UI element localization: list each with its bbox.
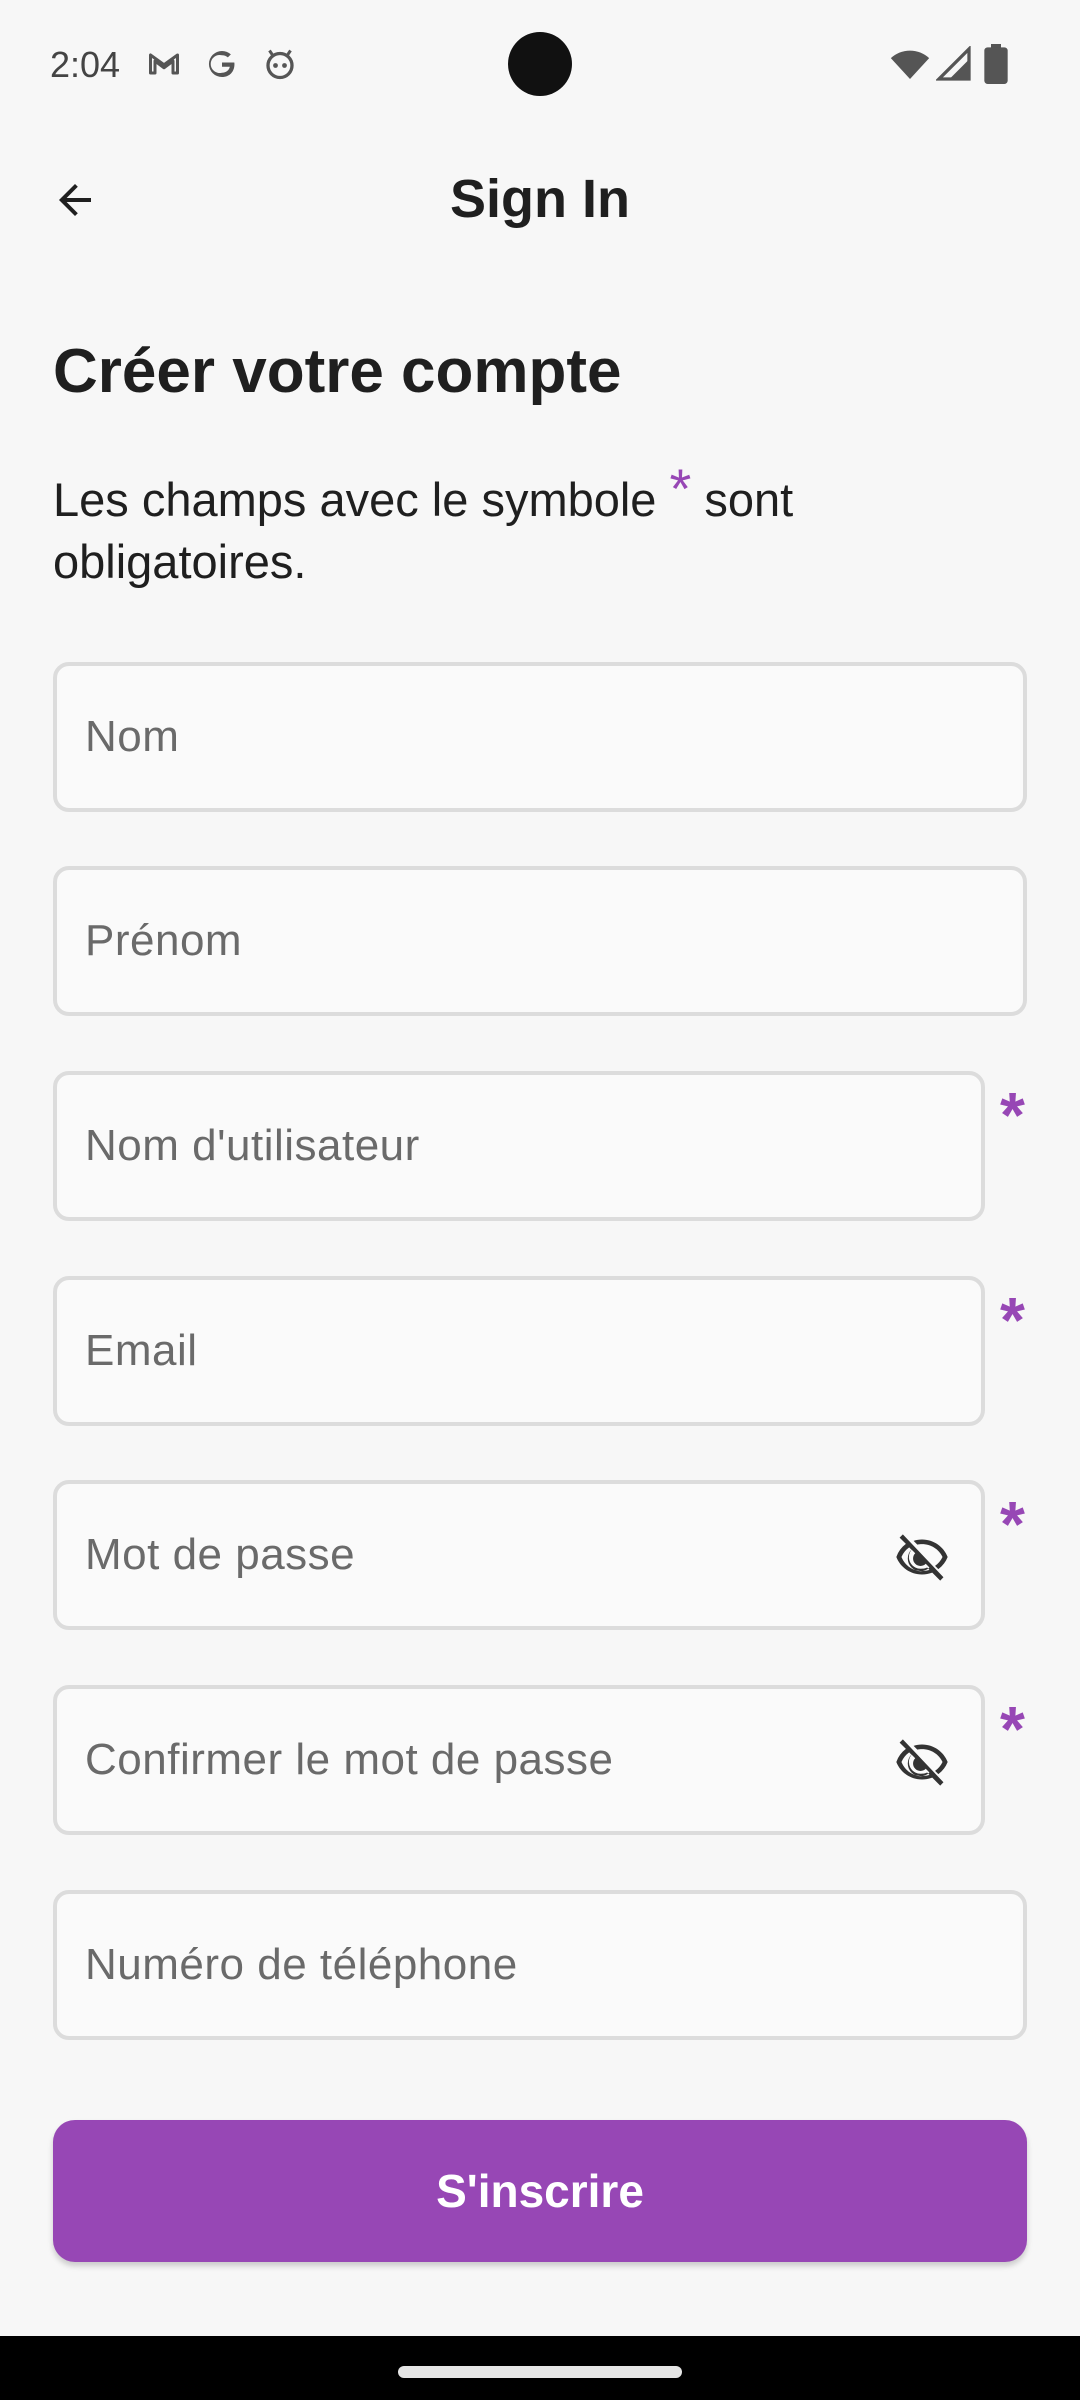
cell-signal-icon	[936, 46, 971, 81]
phone-input[interactable]	[57, 1894, 1023, 2036]
confirm-password-input[interactable]	[57, 1689, 981, 1831]
password-field	[53, 1480, 985, 1630]
last-name-field	[53, 662, 1027, 812]
home-indicator[interactable]	[398, 2366, 682, 2378]
front-camera	[508, 32, 572, 96]
password-input[interactable]	[57, 1484, 981, 1626]
wifi-icon	[890, 50, 930, 79]
app-bar: Sign In	[0, 140, 1080, 260]
status-bar: 2:04	[0, 0, 1080, 130]
first-name-field	[53, 866, 1027, 1016]
form-heading: Créer votre compte	[53, 337, 622, 406]
confirm-password-field	[53, 1685, 985, 1835]
note-required-symbol: *	[669, 457, 692, 520]
username-field	[53, 1071, 985, 1221]
required-fields-note: Les champs avec le symbole * sont obliga…	[53, 458, 1013, 593]
username-required-marker: *	[1000, 1079, 1025, 1151]
visibility-off-icon[interactable]	[891, 1529, 953, 1585]
google-icon	[208, 50, 235, 78]
battery-icon	[984, 44, 1008, 84]
username-input[interactable]	[57, 1075, 981, 1217]
email-field	[53, 1276, 985, 1426]
sign-up-screen: 2:04 Sign In Créer votre compte Les cham…	[0, 0, 1080, 2400]
status-time: 2:04	[50, 44, 121, 85]
confirm-password-required-marker: *	[1000, 1693, 1025, 1765]
phone-field	[53, 1890, 1027, 2040]
system-nav-bar	[0, 2336, 1080, 2400]
email-required-marker: *	[1000, 1284, 1025, 1356]
first-name-input[interactable]	[57, 870, 1023, 1012]
password-required-marker: *	[1000, 1488, 1025, 1560]
email-input[interactable]	[57, 1280, 981, 1422]
visibility-off-icon[interactable]	[891, 1734, 953, 1790]
note-text-before: Les champs avec le symbole	[53, 473, 670, 526]
last-name-input[interactable]	[57, 666, 1023, 808]
gmail-icon	[149, 53, 179, 75]
sign-up-button[interactable]: S'inscrire	[53, 2120, 1027, 2262]
page-title: Sign In	[450, 169, 630, 229]
robot-icon	[266, 49, 294, 80]
